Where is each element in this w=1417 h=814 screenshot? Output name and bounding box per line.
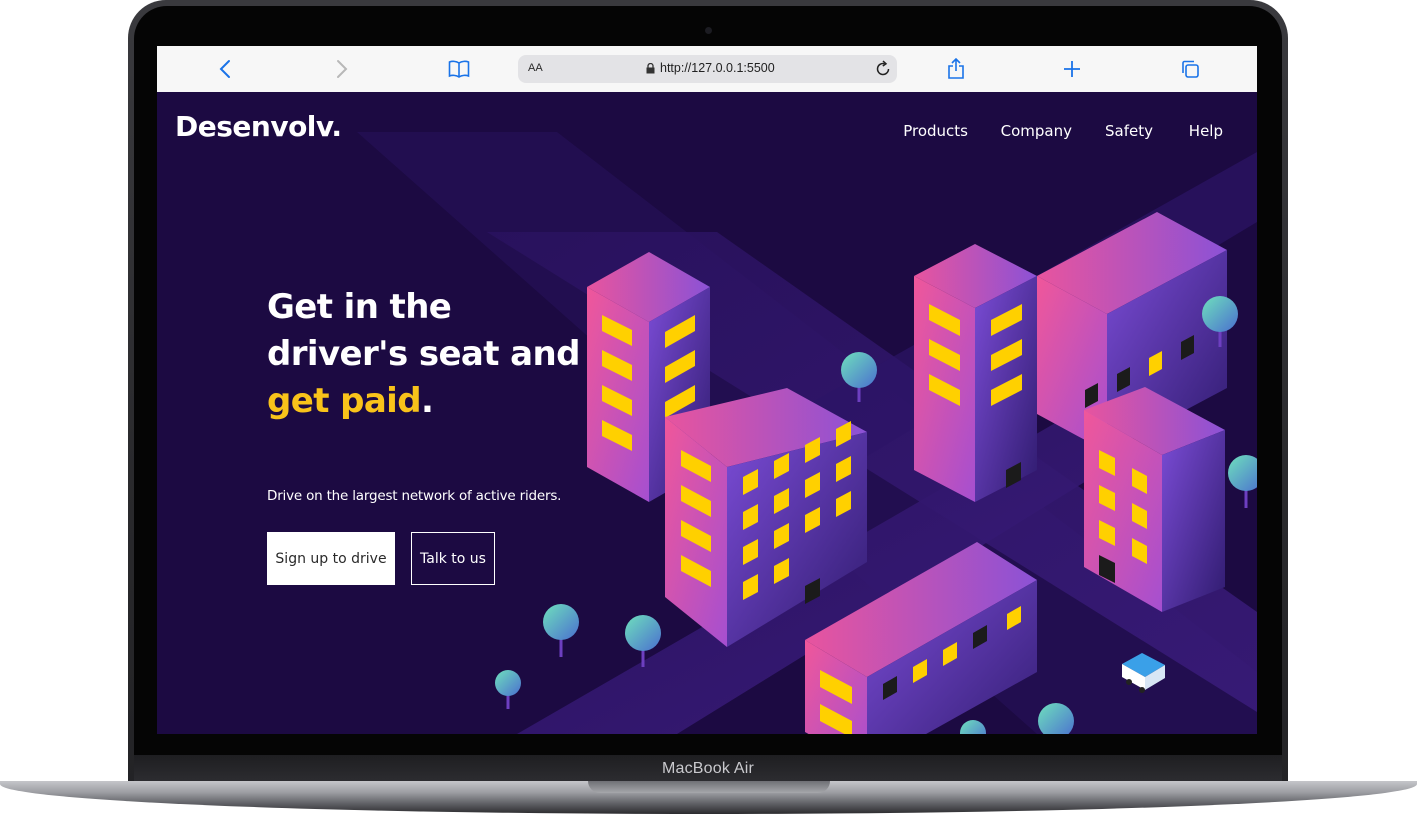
browser-toolbar: AA http://127.0.0.1:5500: [157, 46, 1257, 93]
hero-title-line2: driver's seat and: [267, 334, 580, 374]
new-tab-icon[interactable]: [1062, 46, 1082, 92]
sign-up-button[interactable]: Sign up to drive: [267, 532, 395, 585]
hero-title-line1: Get in the: [267, 287, 452, 327]
bookmarks-icon[interactable]: [447, 46, 471, 92]
hero-title: Get in the driver's seat and get paid.: [267, 284, 597, 425]
nav-help[interactable]: Help: [1189, 122, 1223, 140]
hero-subtitle: Drive on the largest network of active r…: [267, 488, 562, 504]
share-icon[interactable]: [946, 46, 966, 92]
tabs-icon[interactable]: [1179, 46, 1201, 92]
site-logo[interactable]: Desenvolv.: [175, 110, 342, 143]
nav-products[interactable]: Products: [903, 122, 968, 140]
hero-title-period: .: [420, 381, 434, 421]
building-e: [1084, 387, 1225, 612]
building-c: [914, 244, 1037, 502]
hero-title-accent: get paid: [267, 381, 422, 421]
forward-icon[interactable]: [332, 46, 352, 92]
device-model-label: MacBook Air: [661, 760, 754, 777]
lock-icon: [646, 62, 655, 73]
talk-to-us-button[interactable]: Talk to us: [411, 532, 495, 585]
nav-company[interactable]: Company: [1001, 122, 1072, 140]
laptop-notch: [588, 781, 830, 793]
url-text: http://127.0.0.1:5500: [660, 61, 775, 75]
landing-page: Desenvolv. Products Company Safety Help …: [157, 92, 1257, 734]
reload-icon[interactable]: [875, 60, 891, 82]
nav-safety[interactable]: Safety: [1105, 122, 1153, 140]
back-icon[interactable]: [215, 46, 235, 92]
address-bar[interactable]: AA http://127.0.0.1:5500: [518, 55, 897, 83]
camera-icon: [705, 27, 712, 34]
laptop-chin: MacBook Air: [134, 755, 1282, 783]
browser-window: AA http://127.0.0.1:5500 Desenvolv. Prod…: [157, 46, 1257, 734]
url-display[interactable]: http://127.0.0.1:5500: [646, 61, 775, 75]
text-size-button[interactable]: AA: [528, 62, 543, 74]
